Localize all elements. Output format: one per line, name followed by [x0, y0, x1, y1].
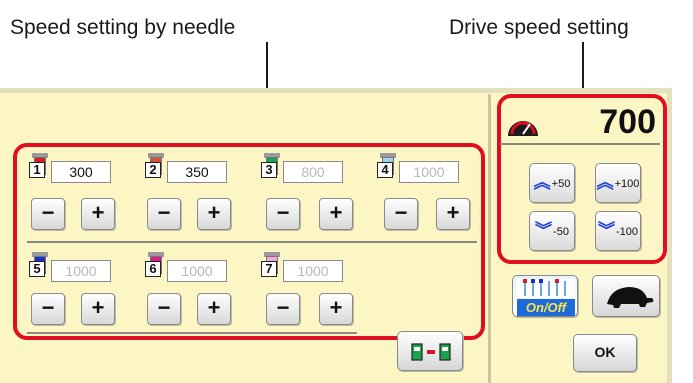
needle-speed-value[interactable]: 1000: [167, 260, 227, 282]
needle-speed-value[interactable]: 1000: [283, 260, 343, 282]
needle-number: 6: [145, 261, 161, 277]
drive-speed-caption: Drive speed setting: [449, 16, 629, 39]
needle-number: 2: [145, 162, 161, 178]
double-chevron-down-icon: ︾: [535, 221, 553, 240]
double-chevron-up-icon: ︽: [533, 173, 551, 192]
needle-2-plus-button[interactable]: +: [197, 198, 231, 230]
needle-3-minus-button[interactable]: −: [266, 198, 300, 230]
needle-number: 3: [261, 162, 277, 178]
row-separator: [27, 241, 477, 243]
needle-4-minus-button[interactable]: −: [384, 198, 418, 230]
double-chevron-up-icon: ︽: [596, 173, 614, 192]
low-speed-button[interactable]: [592, 275, 660, 317]
speed-up-50-label: +50: [551, 178, 571, 190]
panel-divider: [488, 94, 491, 383]
needle-number: 4: [377, 162, 393, 178]
double-chevron-down-icon: ︾: [597, 221, 615, 240]
needle-copy-button[interactable]: [397, 331, 463, 371]
needle-link-icon: [411, 343, 451, 361]
needle-number: 5: [29, 261, 45, 277]
needle-5-plus-button[interactable]: +: [81, 293, 115, 325]
needle-5: 5 1000: [27, 252, 137, 288]
needle-2-minus-button[interactable]: −: [147, 198, 181, 230]
row-separator: [27, 332, 357, 334]
needle-3: 3 800: [259, 153, 369, 189]
turtle-icon: [607, 287, 654, 308]
needle-6-minus-button[interactable]: −: [147, 293, 181, 325]
drive-speed-value: 700: [599, 103, 656, 141]
needle-speed-value[interactable]: 350: [167, 161, 227, 183]
needle-6-plus-button[interactable]: +: [197, 293, 231, 325]
speed-down-50-label: -50: [553, 226, 569, 238]
needle-speed-value[interactable]: 1000: [51, 260, 111, 282]
needle-speed-value[interactable]: 1000: [399, 161, 459, 183]
ok-button[interactable]: OK: [573, 334, 637, 372]
speed-down-50-button[interactable]: ︾-50: [529, 211, 575, 251]
needle-1-plus-button[interactable]: +: [81, 198, 115, 230]
needle-speed-value[interactable]: 800: [283, 161, 343, 183]
needle-5-minus-button[interactable]: −: [31, 293, 65, 325]
onoff-label: On/Off: [525, 300, 567, 315]
speed-down-100-button[interactable]: ︾-100: [595, 211, 641, 251]
needle-1: 1 300: [27, 153, 137, 189]
needle-7: 7 1000: [259, 252, 369, 288]
needle-speed-onoff-toggle[interactable]: On/Off: [512, 275, 578, 317]
needle-6: 6 1000: [143, 252, 253, 288]
needle-2: 2 350: [143, 153, 253, 189]
needle-4: 4 1000: [375, 153, 485, 189]
needle-number: 1: [29, 162, 45, 178]
needle-number: 7: [261, 261, 277, 277]
speed-down-100-label: -100: [615, 226, 639, 238]
needle-speed-value[interactable]: 300: [51, 161, 111, 183]
needle-1-minus-button[interactable]: −: [31, 198, 65, 230]
needle-3-plus-button[interactable]: +: [319, 198, 353, 230]
needle-4-plus-button[interactable]: +: [436, 198, 470, 230]
speed-underline: [500, 143, 660, 145]
needle-7-plus-button[interactable]: +: [319, 293, 353, 325]
speed-up-100-label: +100: [614, 178, 640, 190]
speed-up-50-button[interactable]: ︽+50: [529, 163, 575, 203]
speedometer-icon: [508, 121, 538, 136]
speed-up-100-button[interactable]: ︽+100: [595, 163, 641, 203]
needle-speed-caption: Speed setting by needle: [10, 16, 236, 39]
needle-7-minus-button[interactable]: −: [266, 293, 300, 325]
